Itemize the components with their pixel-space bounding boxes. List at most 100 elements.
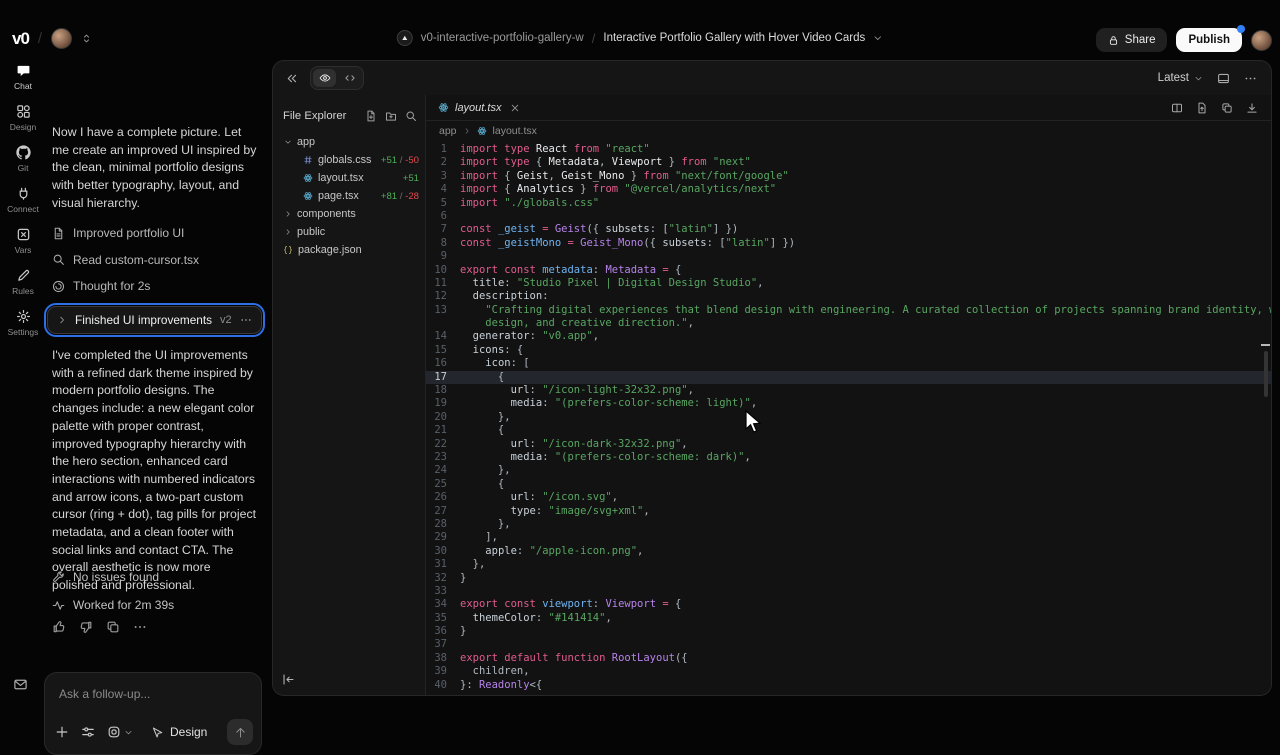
share-button[interactable]: Share (1096, 28, 1168, 52)
code-line[interactable]: 5import "./globals.css" (426, 197, 1271, 210)
export-file-icon[interactable] (1196, 102, 1208, 114)
code-line[interactable]: 31 }, (426, 558, 1271, 571)
code-line[interactable]: 29 ], (426, 531, 1271, 544)
code-toggle-button[interactable] (338, 69, 361, 87)
new-file-icon[interactable] (365, 110, 377, 122)
tree-file-package-json[interactable]: package.json (273, 241, 425, 259)
workspace-avatar[interactable] (51, 28, 72, 49)
project-name[interactable]: v0-interactive-portfolio-gallery-w (421, 32, 584, 44)
code-line[interactable]: 1import type React from "react" (426, 143, 1271, 156)
code-line[interactable]: 39 children, (426, 665, 1271, 678)
tree-file-page-tsx[interactable]: page.tsx+81 / -28 (273, 187, 425, 205)
code-line[interactable]: 36} (426, 625, 1271, 638)
new-folder-icon[interactable] (385, 110, 397, 122)
publish-button[interactable]: Publish (1176, 28, 1242, 52)
sidebar-item-rules[interactable]: Rules (0, 265, 46, 299)
breadcrumb-root[interactable]: app (439, 125, 457, 137)
code-line[interactable]: 33 (426, 585, 1271, 598)
code-line[interactable]: 16 icon: [ (426, 357, 1271, 370)
preview-toggle-button[interactable] (313, 69, 336, 87)
code-line[interactable]: 30 apple: "/apple-icon.png", (426, 545, 1271, 558)
code-line[interactable]: 13 "Crafting digital experiences that bl… (426, 304, 1271, 317)
code-line[interactable]: 20 }, (426, 411, 1271, 424)
send-button[interactable] (227, 719, 253, 745)
sidebar-item-git[interactable]: Git (0, 142, 46, 176)
code-line[interactable]: 10export const metadata: Metadata = { (426, 264, 1271, 277)
code-line[interactable]: 38export default function RootLayout({ (426, 652, 1271, 665)
code-line[interactable]: 9 (426, 250, 1271, 263)
tree-folder-app[interactable]: app (273, 133, 425, 151)
chat-tool-item[interactable]: Thought for 2s (52, 273, 262, 299)
code-line[interactable]: 24 }, (426, 464, 1271, 477)
chat-tool-item[interactable]: Improved portfolio UI (52, 220, 262, 246)
tree-folder-components[interactable]: components (273, 205, 425, 223)
model-selector[interactable] (107, 725, 133, 739)
sidebar-item-settings[interactable]: Settings (0, 306, 46, 340)
user-avatar[interactable] (1251, 30, 1272, 51)
copy-icon[interactable] (1221, 102, 1233, 114)
sidebar-item-design[interactable]: Design (0, 101, 46, 135)
workspace-switcher-icon[interactable] (81, 33, 92, 44)
tab-layout-tsx[interactable]: layout.tsx (426, 95, 532, 120)
close-tab-icon[interactable] (510, 103, 520, 113)
code-line[interactable]: 26 url: "/icon.svg", (426, 491, 1271, 504)
version-card[interactable]: Finished UI improvements v2 (47, 306, 262, 334)
code-line[interactable]: 6 (426, 210, 1271, 223)
code-line[interactable]: 7const _geist = Geist({ subsets: ["latin… (426, 223, 1271, 236)
more-options-icon[interactable] (133, 620, 147, 634)
attach-plus-icon[interactable] (55, 725, 69, 739)
code-line[interactable]: 21 { (426, 424, 1271, 437)
design-mode-selector[interactable]: Design (151, 725, 207, 739)
thumbs-up-icon[interactable] (52, 620, 66, 634)
code-line[interactable]: 12 description: (426, 290, 1271, 303)
download-icon[interactable] (1246, 102, 1258, 114)
search-icon[interactable] (405, 110, 417, 122)
code-line[interactable]: 15 icons: { (426, 344, 1271, 357)
code-line[interactable]: 8const _geistMono = Geist_Mono({ subsets… (426, 237, 1271, 250)
chat-tool-item[interactable]: Read custom-cursor.tsx (52, 247, 262, 273)
code-line[interactable]: 25 { (426, 478, 1271, 491)
copy-icon[interactable] (106, 620, 120, 634)
code-line[interactable]: 3import { Geist, Geist_Mono } from "next… (426, 170, 1271, 183)
settings-sliders-icon[interactable] (81, 725, 95, 739)
thumbs-down-icon[interactable] (79, 620, 93, 634)
version-dropdown[interactable]: Latest (1158, 72, 1203, 84)
follow-up-input[interactable]: Ask a follow-up... Design (44, 672, 262, 755)
code-line[interactable]: 35 themeColor: "#141414", (426, 612, 1271, 625)
open-in-window-icon[interactable] (1217, 72, 1230, 85)
code-line[interactable]: 14 generator: "v0.app", (426, 330, 1271, 343)
team-badge-icon[interactable] (397, 30, 413, 46)
sidebar-item-vars[interactable]: Vars (0, 224, 46, 258)
sidebar-item-chat[interactable]: Chat (0, 60, 46, 94)
collapse-panel-icon[interactable] (285, 72, 298, 85)
code-line[interactable]: 2import type { Metadata, Viewport } from… (426, 156, 1271, 169)
more-options-icon[interactable] (1244, 72, 1257, 85)
code-line[interactable]: 4import { Analytics } from "@vercel/anal… (426, 183, 1271, 196)
code-line[interactable]: 27 type: "image/svg+xml", (426, 505, 1271, 518)
code-line[interactable]: 11 title: "Studio Pixel | Digital Design… (426, 277, 1271, 290)
collapse-sidebar-icon[interactable] (282, 673, 295, 686)
code-editor[interactable]: 1import type React from "react"2import t… (426, 141, 1271, 695)
sidebar-item-connect[interactable]: Connect (0, 183, 46, 217)
code-line[interactable]: design, and creative direction.", (426, 317, 1271, 330)
tree-folder-public[interactable]: public (273, 223, 425, 241)
code-line[interactable]: 22 url: "/icon-dark-32x32.png", (426, 438, 1271, 451)
more-options-icon[interactable] (240, 314, 252, 326)
code-line[interactable]: 40}: Readonly<{ (426, 679, 1271, 692)
code-line[interactable]: 37 (426, 638, 1271, 651)
code-line[interactable]: 17 { (426, 371, 1271, 384)
code-line[interactable]: 28 }, (426, 518, 1271, 531)
split-editor-icon[interactable] (1171, 102, 1183, 114)
code-line[interactable]: 32} (426, 572, 1271, 585)
chevron-down-icon[interactable] (873, 33, 883, 43)
code-line[interactable]: 19 media: "(prefers-color-scheme: light)… (426, 397, 1271, 410)
chat-title[interactable]: Interactive Portfolio Gallery with Hover… (603, 32, 865, 44)
code-line[interactable]: 23 media: "(prefers-color-scheme: dark)"… (426, 451, 1271, 464)
breadcrumb-file[interactable]: layout.tsx (493, 125, 537, 137)
code-line[interactable]: 34export const viewport: Viewport = { (426, 598, 1271, 611)
scrollbar-thumb[interactable] (1264, 351, 1268, 397)
mail-icon[interactable] (13, 677, 28, 692)
tree-file-layout-tsx[interactable]: layout.tsx+51 (273, 169, 425, 187)
code-line[interactable]: 18 url: "/icon-light-32x32.png", (426, 384, 1271, 397)
tree-file-globals-css[interactable]: globals.css+51 / -50 (273, 151, 425, 169)
